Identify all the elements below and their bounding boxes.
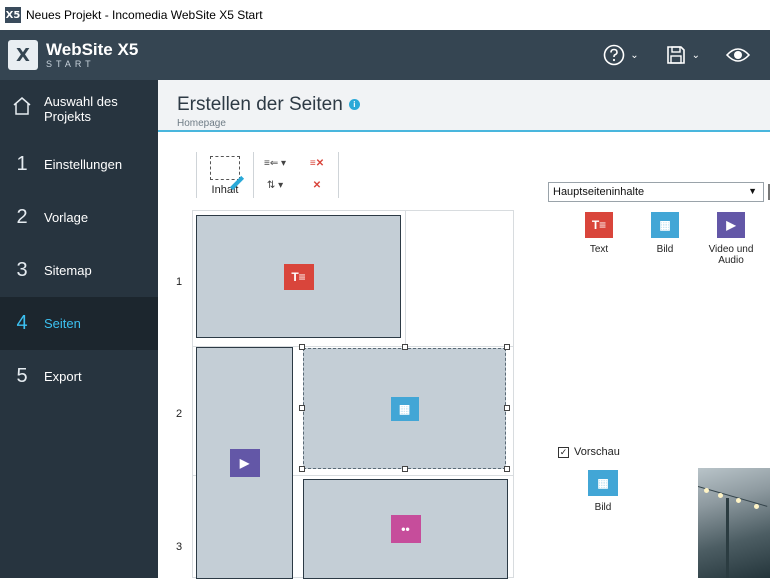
- chevron-down-icon: ⌄: [630, 49, 639, 61]
- object-video-audio[interactable]: ▶ Video und Audio: [698, 212, 764, 266]
- home-icon: [0, 95, 44, 123]
- image-object-icon: ▦: [390, 396, 419, 421]
- edit-content-icon: [210, 156, 240, 180]
- grid-column-line: [405, 211, 406, 346]
- preview-object: ▦ Bild: [588, 470, 618, 513]
- save-menu-button[interactable]: ⌄: [665, 44, 700, 66]
- object-category-select[interactable]: Hauptseiteninhalte ▼: [548, 182, 764, 202]
- dropdown-caret-icon: ▼: [748, 186, 757, 196]
- object-category-value: Hauptseiteninhalte: [553, 186, 645, 198]
- resize-handle[interactable]: [299, 405, 305, 411]
- object-label: Video und Audio: [708, 244, 754, 266]
- grid-cell-slideshow[interactable]: ••: [303, 479, 508, 579]
- sidebar-item-label: Sitemap: [44, 263, 92, 278]
- photo-bulb: [718, 493, 723, 498]
- main-content: Erstellen der Seiten i Homepage Inhalt ≡⇐…: [158, 80, 770, 579]
- object-label: Text: [589, 244, 609, 255]
- object-text[interactable]: T≡ Text: [566, 212, 632, 266]
- delete-column-icon[interactable]: ✕: [313, 180, 321, 191]
- resize-handle[interactable]: [402, 466, 408, 472]
- page-title: Erstellen der Seiten i: [177, 94, 360, 116]
- logo-mark-icon: X: [8, 40, 38, 70]
- help-menu-button[interactable]: ⌄: [603, 44, 639, 66]
- preview-photo: [698, 468, 770, 578]
- content-button[interactable]: Inhalt: [197, 152, 253, 198]
- sidebar-item-label: Auswahl des Projekts: [44, 94, 118, 124]
- sidebar-item-sitemap[interactable]: 3 Sitemap: [0, 244, 158, 297]
- sidebar: Auswahl des Projekts 1 Einstellungen 2 V…: [0, 80, 162, 578]
- resize-handle[interactable]: [504, 466, 510, 472]
- object-image[interactable]: ▦ Bild: [632, 212, 698, 266]
- delete-row-icon[interactable]: ≡✕: [310, 158, 324, 169]
- grid-cell-image-selected[interactable]: ▦: [303, 348, 506, 469]
- grid-cell-video[interactable]: ▶: [196, 347, 293, 579]
- text-object-icon: T≡: [585, 212, 613, 238]
- page-layout-grid[interactable]: 1 2 3 T≡ ▶ ▦ ••: [176, 210, 514, 579]
- resize-handle[interactable]: [402, 344, 408, 350]
- step-number: 3: [16, 259, 28, 281]
- video-audio-object-icon: ▶: [717, 212, 745, 238]
- logo-edition: START: [46, 59, 95, 69]
- chevron-down-icon: ⌄: [691, 49, 700, 61]
- eye-icon: [726, 48, 750, 62]
- sidebar-item-template[interactable]: 2 Vorlage: [0, 191, 158, 244]
- sidebar-item-label: Vorlage: [44, 210, 89, 225]
- page-header: Erstellen der Seiten i Homepage: [158, 80, 770, 132]
- image-object-icon: ▦: [651, 212, 679, 238]
- row-number: 1: [176, 276, 183, 288]
- resize-handle[interactable]: [504, 405, 510, 411]
- window-title: Neues Projekt - Incomedia WebSite X5 Sta…: [26, 8, 263, 22]
- slideshow-object-icon: ••: [390, 515, 421, 543]
- app-logo: X WebSite X5 START: [8, 40, 138, 70]
- insert-row-icon[interactable]: ≡⇐ ▾: [264, 158, 286, 169]
- video-audio-object-icon: ▶: [229, 449, 260, 477]
- help-icon: [603, 44, 625, 66]
- row-number: 3: [176, 541, 183, 553]
- app-header: X WebSite X5 START ⌄ ⌄: [0, 30, 770, 80]
- preview-checkbox-label: Vorschau: [574, 446, 620, 458]
- preview-button[interactable]: [726, 46, 750, 64]
- sidebar-item-label: Seiten: [44, 316, 81, 331]
- layout-toolbar: Inhalt ≡⇐ ▾ ≡✕ ⇅ ▾ ✕: [196, 152, 339, 198]
- app-icon: X5: [5, 7, 21, 23]
- image-object-icon: ▦: [588, 470, 618, 496]
- step-number: 5: [16, 365, 28, 387]
- row-tools: ≡⇐ ▾ ≡✕ ⇅ ▾ ✕: [254, 152, 338, 198]
- resize-handle[interactable]: [299, 466, 305, 472]
- grid-cell-text[interactable]: T≡: [196, 215, 401, 338]
- object-palette: T≡ Text ▦ Bild ▶ Video und Audio: [566, 212, 764, 266]
- step-number: 2: [16, 206, 28, 228]
- object-label: Bild: [656, 244, 674, 255]
- resize-handle[interactable]: [299, 344, 305, 350]
- info-icon[interactable]: i: [348, 99, 360, 110]
- sidebar-item-label: Export: [44, 369, 82, 384]
- save-icon: [666, 46, 685, 64]
- step-number: 4: [16, 312, 28, 334]
- preview-checkbox[interactable]: ✓ Vorschau: [558, 446, 620, 458]
- sidebar-item-project[interactable]: Auswahl des Projekts: [0, 80, 158, 138]
- photo-bulb: [704, 488, 709, 493]
- photo-bulb: [736, 498, 741, 503]
- sidebar-item-label: Einstellungen: [44, 157, 123, 172]
- sidebar-item-export[interactable]: 5 Export: [0, 350, 158, 403]
- logo-name: WebSite X5: [46, 40, 139, 59]
- breadcrumb: Homepage: [177, 118, 226, 129]
- photo-post: [726, 498, 729, 578]
- window-titlebar: X5 Neues Projekt - Incomedia WebSite X5 …: [0, 0, 770, 30]
- preview-object-label: Bild: [594, 502, 612, 513]
- row-number: 2: [176, 408, 183, 420]
- checkbox-checked-icon: ✓: [558, 446, 569, 458]
- resize-handle[interactable]: [504, 344, 510, 350]
- toolbar-divider: [338, 152, 339, 198]
- sidebar-item-pages[interactable]: 4 Seiten: [0, 297, 162, 350]
- insert-column-icon[interactable]: ⇅ ▾: [267, 180, 283, 191]
- sidebar-item-settings[interactable]: 1 Einstellungen: [0, 138, 158, 191]
- text-object-icon: T≡: [283, 263, 314, 290]
- step-number: 1: [16, 153, 28, 175]
- photo-bulb: [754, 504, 759, 509]
